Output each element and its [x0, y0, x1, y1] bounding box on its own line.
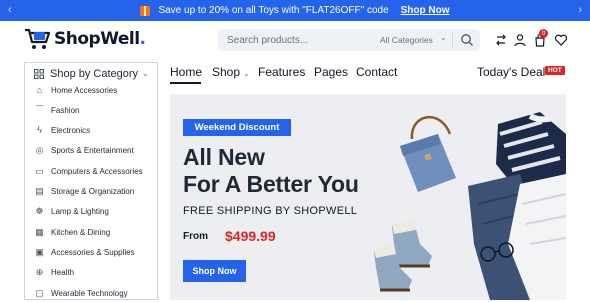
sidebar-item-label: Storage & Organization: [51, 187, 135, 196]
promo-text: Save up to 20% on all Toys with "FLAT26O…: [158, 5, 389, 16]
promo-bar: ‹ Save up to 20% on all Toys with "FLAT2…: [0, 0, 590, 21]
price-from-label: From: [183, 231, 208, 242]
gift-icon: [140, 5, 151, 16]
hero-price: $499.99: [225, 228, 276, 244]
ball-icon: ◎: [35, 145, 44, 156]
nav-pages[interactable]: Pages: [314, 65, 348, 79]
divider: [452, 33, 453, 47]
shop-by-category-label: Shop by Category: [50, 67, 139, 80]
sidebar-item-label: Accessories & Supplies: [51, 247, 135, 257]
sidebar-item-label: Computers & Accessories: [51, 166, 143, 176]
sidebar-item[interactable]: ⌂ Home Accessories: [25, 81, 157, 99]
promo-prev-arrow-icon[interactable]: ‹: [8, 4, 12, 16]
sidebar-item[interactable]: ▦ Kitchen & Dining: [25, 223, 157, 241]
sidebar-item-label: Sports & Entertainment: [51, 146, 134, 156]
sidebar-item-label: Kitchen & Dining: [51, 227, 111, 237]
cart-count-badge: 0: [539, 29, 548, 38]
promo-next-arrow-icon[interactable]: ›: [578, 4, 582, 16]
sidebar-item[interactable]: ▢ Wearable Technology: [25, 284, 157, 302]
search-bar: All Categories ⌄: [218, 29, 480, 51]
nav-features[interactable]: Features: [258, 65, 305, 79]
sidebar-item-label: Electronics: [51, 126, 91, 136]
sidebar-item[interactable]: ▤ Storage & Organization: [25, 183, 157, 201]
sidebar-item[interactable]: ☸ Lamp & Lighting: [25, 203, 157, 221]
logo[interactable]: ShopWell.: [24, 27, 146, 51]
sidebar-item[interactable]: ⁀ Fashion: [25, 101, 157, 119]
header: ShopWell. All Categories ⌄ 0: [0, 21, 590, 59]
grid-icon: [34, 68, 44, 79]
cart-logo-icon: [25, 28, 51, 49]
search-category-select[interactable]: All Categories: [380, 35, 433, 45]
health-icon: ⊕: [35, 267, 44, 278]
hero-banner: Weekend Discount All New For A Better You…: [170, 94, 566, 300]
sidebar-item[interactable]: ◎ Sports & Entertainment: [25, 142, 157, 160]
sidebar-item-label: Home Accessories: [51, 85, 118, 95]
hero-shop-now-button[interactable]: Shop Now: [183, 260, 246, 282]
sidebar-item[interactable]: ϟ Electronics: [25, 122, 157, 140]
sidebar-item-label: Wearable Technology: [51, 288, 128, 298]
lamp-icon: ☸: [35, 206, 44, 217]
nav-home[interactable]: Home: [170, 65, 202, 79]
hero-subtitle: FREE SHIPPING BY SHOPWELL: [183, 205, 358, 217]
sidebar-item[interactable]: ▭ Computers & Accessories: [25, 162, 157, 180]
hanger-icon: ⁀: [35, 104, 44, 115]
logo-text: ShopWell.: [54, 29, 146, 49]
nav-shop[interactable]: Shop ⌄: [212, 65, 250, 79]
chevron-down-icon: ⌄: [440, 33, 447, 42]
chevron-down-icon: ⌄: [141, 68, 149, 78]
kitchen-icon: ▦: [35, 226, 44, 237]
sidebar-item[interactable]: ⊕ Health: [25, 264, 157, 282]
supplies-icon: ▣: [35, 246, 44, 257]
hot-badge: HOT: [545, 66, 565, 75]
computer-icon: ▭: [35, 165, 44, 176]
promo-shop-now-link[interactable]: Shop Now: [401, 5, 450, 16]
compare-icon[interactable]: [494, 33, 508, 47]
search-input[interactable]: [218, 34, 368, 46]
sidebar-item[interactable]: ▣ Accessories & Supplies: [25, 243, 157, 261]
hero-title: All New For A Better You: [183, 144, 359, 197]
sidebar-item-label: Health: [51, 268, 75, 278]
sidebar-item-label: Lamp & Lighting: [51, 207, 109, 217]
todays-deal-link[interactable]: Today's Deal: [477, 65, 545, 79]
chevron-down-icon: ⌄: [243, 69, 250, 78]
home-icon: ⌂: [36, 84, 43, 95]
active-underline: [170, 82, 201, 84]
hero-product-image: [374, 112, 566, 300]
lightning-icon: ϟ: [37, 125, 42, 136]
search-icon[interactable]: [460, 33, 474, 47]
sidebar-item-label: Fashion: [51, 105, 80, 115]
box-icon: ▤: [35, 186, 44, 196]
nav-contact[interactable]: Contact: [356, 65, 397, 79]
weekend-discount-badge: Weekend Discount: [183, 119, 291, 136]
watch-icon: ▢: [35, 287, 44, 298]
user-icon[interactable]: [513, 33, 527, 47]
category-sidebar: ⌂ Home Accessories ⁀ Fashion ϟ Electronics ◎ Sp…: [24, 84, 158, 300]
heart-icon[interactable]: [554, 33, 568, 47]
